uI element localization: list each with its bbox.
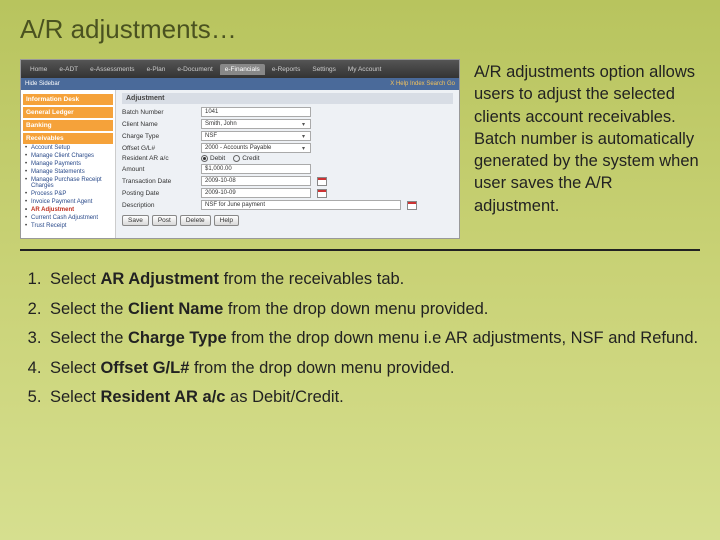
sidebar-item-ar-adjustment[interactable]: AR Adjustment <box>23 206 113 214</box>
step-post: from the receivables tab. <box>219 270 404 288</box>
sidebar-item[interactable]: Trust Receipt <box>23 222 113 230</box>
sidebar-item[interactable]: Manage Statements <box>23 168 113 176</box>
radio-credit[interactable]: Credit <box>233 155 259 162</box>
txn-label: Transaction Date <box>122 178 197 185</box>
resident-label: Resident AR a/c <box>122 155 197 162</box>
txn-date-input[interactable]: 2009-10-08 <box>201 176 311 186</box>
chevron-down-icon: ▾ <box>302 121 307 128</box>
sub-bar: Hide Sidebar X Help Index Search Go <box>21 78 459 90</box>
tab-settings[interactable]: Settings <box>307 64 341 75</box>
sidebar-item[interactable]: Account Setup <box>23 144 113 152</box>
tab-edocument[interactable]: e-Document <box>172 64 217 75</box>
chevron-down-icon: ▾ <box>302 145 307 152</box>
tab-home[interactable]: Home <box>25 64 52 75</box>
divider <box>20 249 700 251</box>
client-select[interactable]: Smith, John ▾ <box>201 119 311 129</box>
step-bold: Client Name <box>128 300 223 318</box>
client-label: Client Name <box>122 121 197 128</box>
form-heading: Adjustment <box>122 93 453 104</box>
sidebar-head-gl[interactable]: General Ledger <box>23 107 113 118</box>
post-date-input[interactable]: 2009-10-09 <box>201 188 311 198</box>
step-item: Select Offset G/L# from the drop down me… <box>46 356 700 382</box>
offset-select[interactable]: 2000 - Accounts Payable ▾ <box>201 143 311 153</box>
radio-debit-label: Debit <box>210 155 225 162</box>
step-post: from the drop down menu provided. <box>189 359 454 377</box>
save-button[interactable]: Save <box>122 215 149 226</box>
sidebar-item[interactable]: Manage Purchase Receipt Charges <box>23 176 113 190</box>
sidebar-item[interactable]: Invoice Payment Agent <box>23 198 113 206</box>
post-label: Posting Date <box>122 190 197 197</box>
step-pre: Select <box>50 270 100 288</box>
help-search-area[interactable]: X Help Index Search Go <box>390 81 455 87</box>
description-text: A/R adjustments option allows users to a… <box>474 59 700 239</box>
batch-input[interactable]: 1041 <box>201 107 311 117</box>
step-bold: Charge Type <box>128 329 227 347</box>
sidebar-item[interactable]: Manage Client Charges <box>23 152 113 160</box>
help-button[interactable]: Help <box>214 215 239 226</box>
step-bold: AR Adjustment <box>100 270 219 288</box>
radio-credit-label: Credit <box>242 155 259 162</box>
desc-input[interactable]: NSF for June payment <box>201 200 401 210</box>
sidebar-item[interactable]: Manage Payments <box>23 160 113 168</box>
calendar-icon[interactable] <box>317 177 327 186</box>
step-bold: Offset G/L# <box>100 359 189 377</box>
client-value: Smith, John <box>205 121 237 127</box>
calendar-icon[interactable] <box>317 189 327 198</box>
radio-dot-icon <box>233 155 240 162</box>
sidebar-head-banking[interactable]: Banking <box>23 120 113 131</box>
amount-input[interactable]: $1,000.00 <box>201 164 311 174</box>
button-row: Save Post Delete Help <box>122 215 453 226</box>
batch-label: Batch Number <box>122 109 197 116</box>
app-body: Information Desk General Ledger Banking … <box>21 90 459 238</box>
content-row: Home e-ADT e-Assessments e-Plan e-Docume… <box>20 59 700 239</box>
tab-eadt[interactable]: e-ADT <box>54 64 83 75</box>
amount-label: Amount <box>122 166 197 173</box>
sidebar: Information Desk General Ledger Banking … <box>21 90 116 238</box>
step-item: Select the Charge Type from the drop dow… <box>46 326 700 352</box>
desc-label: Description <box>122 202 197 209</box>
step-pre: Select the <box>50 300 128 318</box>
step-item: Select the Client Name from the drop dow… <box>46 297 700 323</box>
chevron-down-icon: ▾ <box>302 133 307 140</box>
tab-myaccount[interactable]: My Account <box>343 64 387 75</box>
step-post: as Debit/Credit. <box>225 388 343 406</box>
sidebar-item[interactable]: Process P&P <box>23 190 113 198</box>
step-pre: Select the <box>50 329 128 347</box>
sidebar-head-receivables[interactable]: Receivables <box>23 133 113 144</box>
sidebar-item[interactable]: Current Cash Adjustment <box>23 214 113 222</box>
delete-button[interactable]: Delete <box>180 215 211 226</box>
charge-value: NSF <box>205 133 217 139</box>
top-tabbar: Home e-ADT e-Assessments e-Plan e-Docume… <box>21 60 459 78</box>
hide-sidebar-link[interactable]: Hide Sidebar <box>25 81 60 87</box>
page-title: A/R adjustments… <box>20 14 700 45</box>
post-button[interactable]: Post <box>152 215 177 226</box>
tab-ereports[interactable]: e-Reports <box>267 64 306 75</box>
radio-debit[interactable]: Debit <box>201 155 225 162</box>
offset-value: 2000 - Accounts Payable <box>205 145 271 151</box>
charge-label: Charge Type <box>122 133 197 140</box>
tab-eplan[interactable]: e-Plan <box>142 64 171 75</box>
step-item: Select Resident AR a/c as Debit/Credit. <box>46 385 700 411</box>
steps-list: Select AR Adjustment from the receivable… <box>20 267 700 411</box>
form-panel: Adjustment Batch Number 1041 Client Name S… <box>116 90 459 238</box>
step-pre: Select <box>50 359 100 377</box>
tab-eassessments[interactable]: e-Assessments <box>85 64 139 75</box>
tab-efinancials[interactable]: e-Financials <box>220 64 265 75</box>
resident-radio-group: Debit Credit <box>201 155 260 162</box>
step-item: Select AR Adjustment from the receivable… <box>46 267 700 293</box>
charge-select[interactable]: NSF ▾ <box>201 131 311 141</box>
sidebar-head-info[interactable]: Information Desk <box>23 94 113 105</box>
step-post: from the drop down menu provided. <box>223 300 488 318</box>
step-bold: Resident AR a/c <box>100 388 225 406</box>
app-screenshot: Home e-ADT e-Assessments e-Plan e-Docume… <box>20 59 460 239</box>
lookup-icon[interactable] <box>407 201 417 210</box>
offset-label: Offset G/L# <box>122 145 197 152</box>
step-post: from the drop down menu i.e AR adjustmen… <box>227 329 698 347</box>
radio-dot-icon <box>201 155 208 162</box>
step-pre: Select <box>50 388 100 406</box>
